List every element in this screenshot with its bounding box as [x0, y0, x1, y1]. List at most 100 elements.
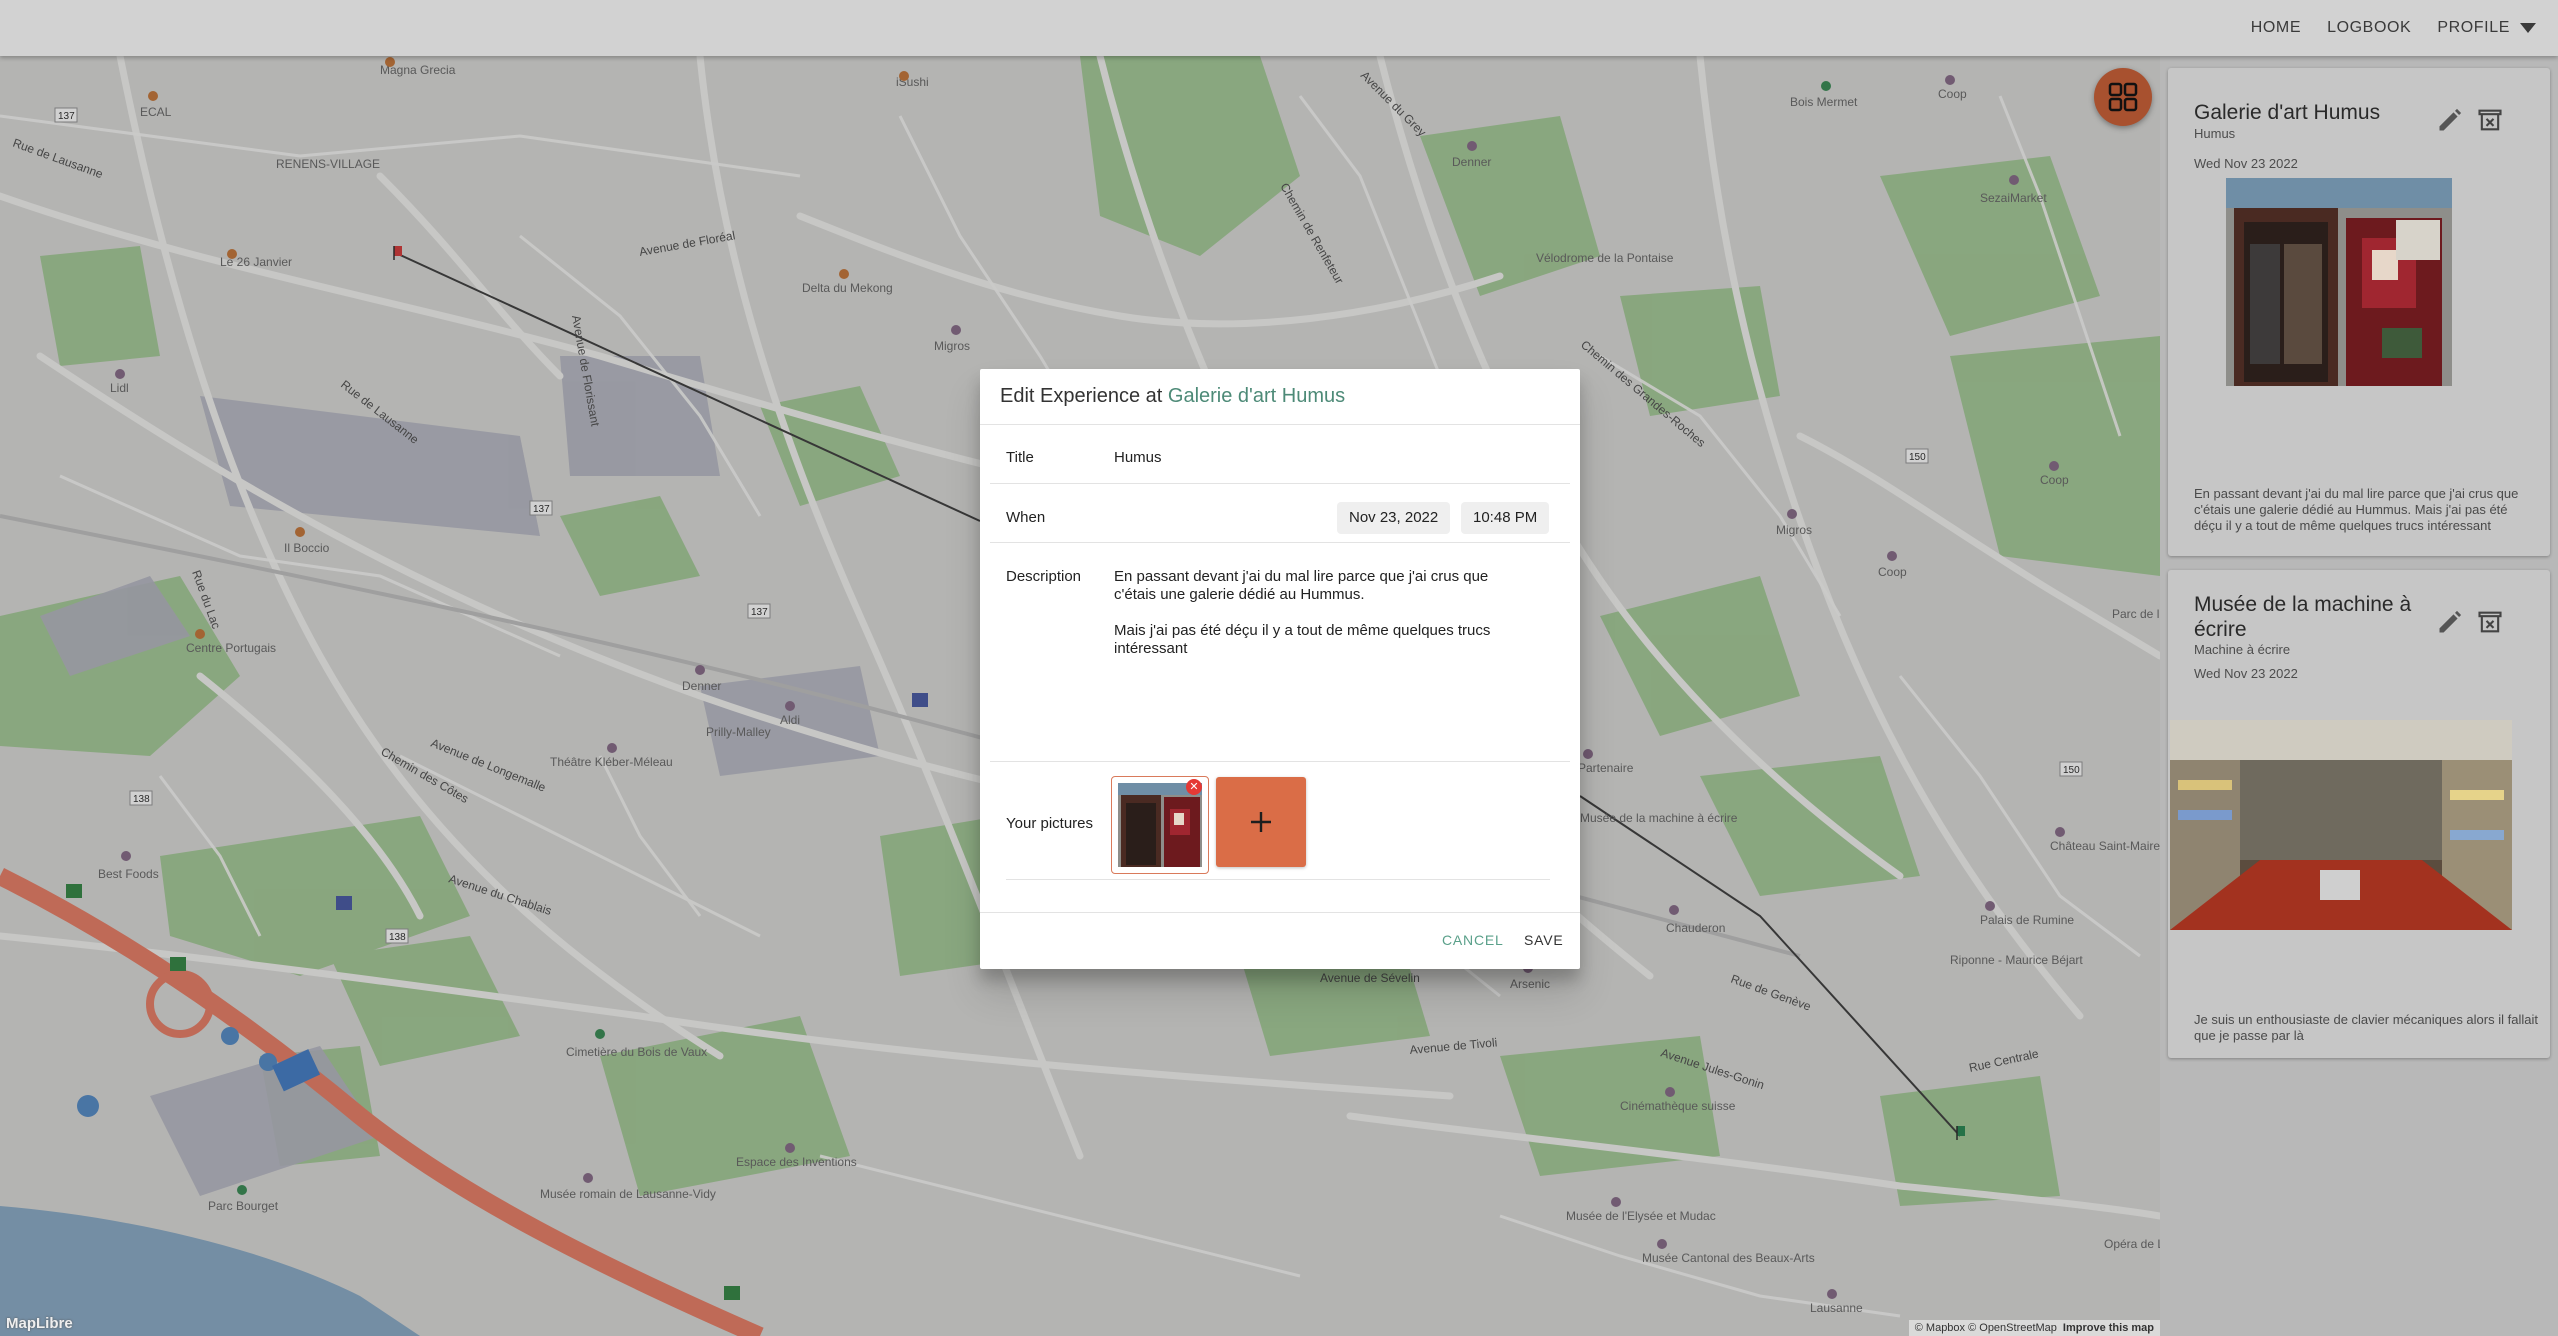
card-photo[interactable]: [2170, 720, 2512, 930]
nav-logbook-label: LOGBOOK: [2327, 19, 2412, 36]
road-shield: 137: [533, 504, 550, 515]
map-label: Denner: [682, 679, 721, 693]
title-label: Title: [1006, 449, 1034, 466]
map-label: Coop: [2040, 473, 2069, 487]
road-shield: 137: [58, 111, 75, 122]
map-label: Riponne - Maurice Béjart: [1950, 953, 2083, 967]
improve-map-link[interactable]: Improve this map: [2063, 1322, 2154, 1334]
when-label: When: [1006, 509, 1046, 526]
attribution-text[interactable]: © Mapbox © OpenStreetMap: [1915, 1322, 2057, 1334]
top-navigation-bar: HOME LOGBOOK PROFILE: [0, 0, 2558, 56]
map-label: Denner: [1452, 155, 1491, 169]
map-label: Chauderon: [1666, 921, 1725, 935]
time-picker[interactable]: 10:48 PM: [1461, 502, 1550, 534]
map-label: ECAL: [140, 105, 172, 119]
experience-card[interactable]: Musée de la machine à écrire Machine à é…: [2168, 570, 2550, 1058]
card-photo[interactable]: [2226, 178, 2452, 386]
map-label: Musée romain de Lausanne-Vidy: [540, 1187, 716, 1201]
card-title: Galerie d'art Humus: [2194, 101, 2381, 124]
edit-pencil-icon[interactable]: [2436, 106, 2464, 134]
date-picker[interactable]: Nov 23, 2022: [1337, 502, 1451, 534]
edit-pencil-icon[interactable]: [2436, 608, 2464, 636]
road-shield: 138: [389, 932, 406, 943]
map-label: Migros: [934, 339, 970, 353]
map-label: Avenue de Sévelin: [1320, 971, 1420, 985]
map-label: RENENS-VILLAGE: [276, 157, 380, 171]
description-paragraph: En passant devant j'ai du mal lire parce…: [1114, 568, 1489, 603]
divider: [990, 761, 1570, 762]
save-button[interactable]: SAVE: [1524, 932, 1564, 948]
card-description: Je suis un enthousiaste de clavier mécan…: [2194, 1012, 2538, 1043]
remove-picture-icon[interactable]: ✕: [1186, 779, 1202, 795]
map-label: Coop: [1878, 565, 1907, 579]
map-label: Partenaire: [1578, 761, 1634, 775]
archive-delete-icon[interactable]: [2476, 608, 2504, 636]
title-field[interactable]: Humus: [1114, 449, 1162, 466]
map-label: Arsenic: [1510, 977, 1550, 991]
map-label: Cimetière du Bois de Vaux: [566, 1045, 707, 1059]
experience-card[interactable]: Galerie d'art Humus Humus Wed Nov 23 202…: [2168, 68, 2550, 556]
card-description: En passant devant j'ai du mal lire parce…: [2194, 486, 2519, 533]
nav-profile-label: PROFILE: [2437, 19, 2510, 36]
map-label: Musée de la machine à écrire: [1580, 811, 1738, 825]
card-date: Wed Nov 23 2022: [2194, 666, 2298, 681]
map-label: Opéra de L: [2104, 1237, 2160, 1251]
add-picture-button[interactable]: [1216, 777, 1306, 867]
dialog-place-name: Galerie d'art Humus: [1167, 385, 1346, 407]
map-label: Vélodrome de la Pontaise: [1536, 251, 1674, 265]
nav-home-link[interactable]: HOME: [2251, 19, 2301, 37]
map-label: Delta du Mekong: [802, 281, 893, 295]
map-label: Musée Cantonal des Beaux-Arts: [1642, 1251, 1815, 1265]
cancel-button[interactable]: CANCEL: [1442, 932, 1504, 948]
map-label: Centre Portugais: [186, 641, 276, 655]
map-label: Parc de l: [2112, 607, 2159, 621]
map-label: Espace des Inventions: [736, 1155, 857, 1169]
card-date: Wed Nov 23 2022: [2194, 156, 2298, 171]
divider: [1006, 879, 1550, 880]
divider: [990, 483, 1570, 484]
map-label: Musée de l'Elysée et Mudac: [1566, 1209, 1716, 1223]
maplibre-logo[interactable]: MapLibre: [6, 1315, 73, 1332]
map-label: Théâtre Kléber-Méleau: [550, 755, 673, 769]
experience-list-sidebar[interactable]: Galerie d'art Humus Humus Wed Nov 23 202…: [2160, 56, 2558, 1336]
nav-logbook-link[interactable]: LOGBOOK: [2327, 19, 2411, 37]
description-textarea[interactable]: En passant devant j'ai du mal lire parce…: [1114, 568, 1534, 676]
description-paragraph: Mais j'ai pas été déçu il y a tout de mê…: [1114, 622, 1491, 657]
map-label: Château Saint-Maire: [2050, 839, 2160, 853]
road-shield: 138: [133, 794, 150, 805]
nav-profile-menu[interactable]: PROFILE: [2437, 19, 2536, 37]
divider: [990, 542, 1570, 543]
divider: [980, 912, 1580, 913]
map-label: Lausanne: [1810, 1301, 1863, 1315]
card-subtitle: Machine à écrire: [2194, 642, 2291, 657]
map-label: Migros: [1776, 523, 1812, 537]
map-label: Coop: [1938, 87, 1967, 101]
card-subtitle: Humus: [2194, 126, 2236, 141]
archive-delete-icon[interactable]: [2476, 106, 2504, 134]
edit-experience-dialog: Edit Experience at Galerie d'art Humus T…: [980, 369, 1580, 969]
map-label: Prilly-Malley: [706, 725, 771, 739]
nav-home-label: HOME: [2250, 19, 2302, 36]
pictures-label: Your pictures: [1006, 815, 1093, 832]
road-shield: 137: [751, 607, 768, 618]
caret-down-icon: [2520, 23, 2536, 33]
map-label: Lidl: [110, 381, 129, 395]
grid-view-button[interactable]: [2094, 68, 2152, 126]
road-shield: 150: [1909, 452, 1926, 463]
map-label: Cinémathèque suisse: [1620, 1099, 1736, 1113]
road-shield: 150: [2063, 765, 2080, 776]
map-label: Parc Bourget: [208, 1199, 279, 1213]
card-title-line-2: écrire: [2194, 618, 2247, 641]
map-label: Bois Mermet: [1790, 95, 1858, 109]
card-title-line-1: Musée de la machine à: [2194, 593, 2412, 616]
dialog-title-prefix: Edit Experience at: [1000, 385, 1163, 407]
map-label: Palais de Rumine: [1980, 913, 2074, 927]
plus-icon: [1251, 812, 1271, 832]
description-label: Description: [1006, 568, 1082, 585]
map-attribution: © Mapbox © OpenStreetMap Improve this map: [1908, 1320, 2160, 1336]
map-label: SezaiMarket: [1980, 191, 2047, 205]
dialog-title: Edit Experience at Galerie d'art Humus: [1000, 385, 1345, 408]
map-label: Il Boccio: [284, 541, 330, 555]
picture-preview: [1118, 783, 1202, 867]
map-label: Best Foods: [98, 867, 159, 881]
